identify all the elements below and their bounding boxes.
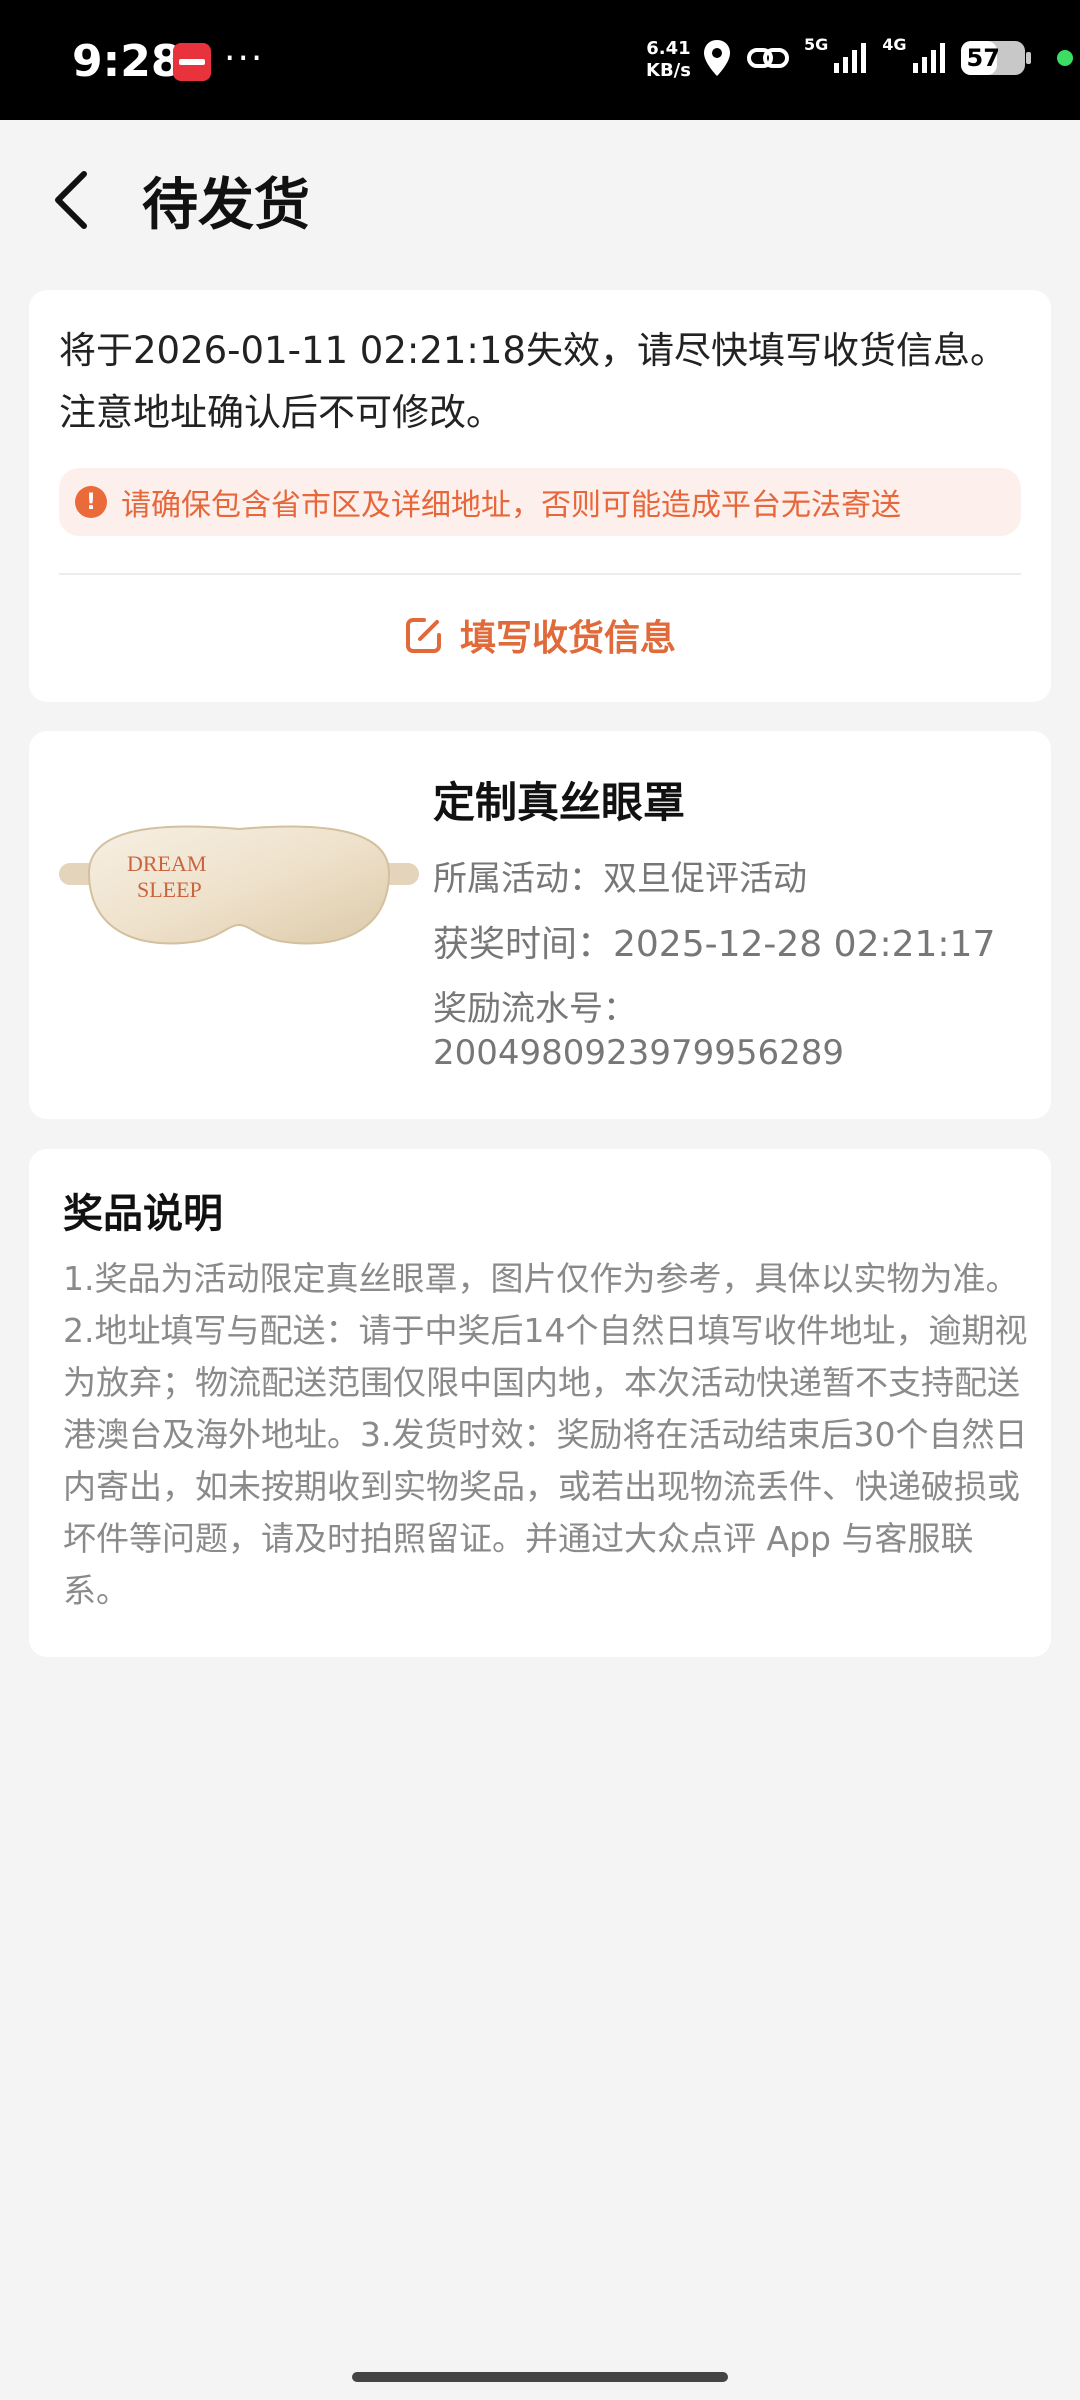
- network-speed-unit: KB/s: [646, 60, 691, 81]
- prize-description-text: 1.奖品为活动限定真丝眼罩，图片仅作为参考，具体以实物为准。2.地址填写与配送：…: [63, 1259, 1028, 1610]
- signal-4g-label: 4G: [882, 34, 907, 54]
- status-time: 9:28: [72, 36, 182, 87]
- page-title: 待发货: [142, 173, 310, 238]
- serial-number-label: 奖励流水号：: [433, 989, 637, 1029]
- signal-5g-label: 5G: [804, 34, 829, 54]
- divider: [59, 573, 1021, 575]
- fill-shipping-info-button[interactable]: 填写收货信息: [29, 590, 1051, 680]
- product-activity: 所属活动：双旦促评活动: [433, 859, 807, 899]
- warning-text: 请确保包含省市区及详细地址，否则可能造成平台无法寄送: [121, 488, 901, 523]
- privacy-indicator-dot: [1056, 50, 1073, 66]
- signal-5g-icon: [834, 43, 867, 73]
- prize-description-title: 奖品说明: [63, 1191, 223, 1237]
- product-name: 定制真丝眼罩: [433, 778, 686, 827]
- signal-4g-icon: [912, 43, 945, 73]
- eye-mask-logo-text-2: SLEEP: [137, 877, 202, 902]
- serial-number-value: 2004980923979956289: [433, 1033, 845, 1073]
- product-card: DREAM SLEEP 定制真丝眼罩 所属活动：双旦促评活动 获奖时间：2025…: [29, 731, 1051, 1119]
- battery-icon: 57: [960, 41, 1031, 75]
- address-card: 将于2026-01-11 02:21:18失效，请尽快填写收货信息。注意地址确认…: [29, 290, 1051, 702]
- location-icon: [704, 40, 730, 76]
- eye-mask-image: DREAM SLEEP: [59, 825, 419, 945]
- edit-icon: [405, 618, 441, 653]
- eye-mask-logo-text: DREAM: [127, 851, 206, 876]
- more-notifications-icon: ···: [224, 38, 265, 79]
- award-time: 获奖时间：2025-12-28 02:21:17: [433, 924, 996, 965]
- prize-description-card: 奖品说明 1.奖品为活动限定真丝眼罩，图片仅作为参考，具体以实物为准。2.地址填…: [29, 1149, 1051, 1657]
- link-icon: [747, 48, 789, 68]
- status-icons: 5G 4G 57: [702, 34, 1073, 78]
- network-speed: 6.41 KB/s: [646, 38, 691, 82]
- network-speed-value: 6.41: [646, 38, 691, 59]
- chevron-left-icon: [55, 171, 87, 229]
- app-notification-icon: [173, 43, 211, 81]
- expire-notice: 将于2026-01-11 02:21:18失效，请尽快填写收货信息。注意地址确认…: [59, 329, 1007, 434]
- battery-cap: [1025, 52, 1031, 64]
- back-button[interactable]: [48, 160, 118, 240]
- warning-icon: !: [75, 486, 107, 518]
- status-bar: 9:28 ··· 6.41 KB/s 5G 4G 57: [0, 0, 1080, 120]
- home-indicator[interactable]: [352, 2372, 728, 2382]
- battery-level: 57: [966, 44, 1000, 72]
- warning-banner: ! 请确保包含省市区及详细地址，否则可能造成平台无法寄送: [59, 468, 1021, 536]
- fill-shipping-info-label: 填写收货信息: [459, 618, 676, 659]
